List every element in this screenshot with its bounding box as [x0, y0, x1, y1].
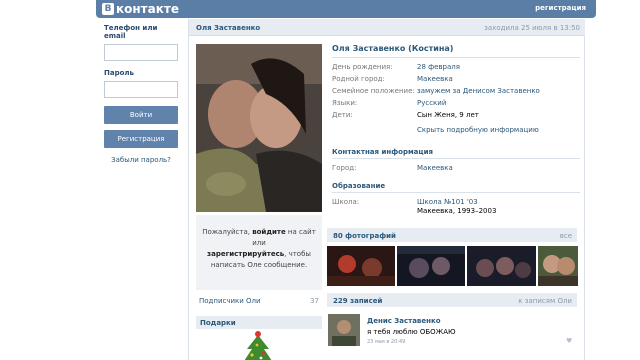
- photo-thumbnail[interactable]: [467, 246, 536, 286]
- divider: [332, 57, 580, 58]
- register-link[interactable]: регистрация: [535, 4, 586, 12]
- info-row-city: Город: Макеевка: [332, 164, 580, 173]
- info-label: Дети:: [332, 111, 353, 119]
- heart-icon[interactable]: ♥: [566, 337, 572, 345]
- register-button[interactable]: Регистрация: [104, 130, 178, 148]
- phone-label: Телефон или email: [104, 24, 158, 40]
- wall-title: 229 записей: [333, 297, 383, 305]
- info-row-school: Школа: Школа №101 '03: [332, 198, 580, 207]
- profile-info: Оля Заставенко (Костина) День рождения: …: [332, 44, 580, 215]
- last-seen: заходила 25 июля в 13:50: [484, 24, 580, 32]
- info-label: Семейное положение:: [332, 87, 415, 95]
- divider: [332, 192, 580, 193]
- photos-header[interactable]: 80 фотографий все: [327, 228, 577, 242]
- profile-main: Оля Заставенко заходила 25 июля в 13:50 …: [188, 19, 585, 360]
- notice-text: Пожалуйста,: [202, 228, 253, 236]
- gifts-header[interactable]: Подарки: [196, 316, 322, 329]
- post-date[interactable]: 23 мая в 20:49: [367, 339, 405, 345]
- message-notice: Пожалуйста, войдите на сайт или зарегист…: [196, 215, 322, 290]
- post-author[interactable]: Денис Заставенко: [367, 317, 441, 325]
- gifts-title: Подарки: [200, 319, 236, 327]
- education-section-title: Образование: [332, 182, 386, 190]
- divider: [332, 158, 580, 159]
- info-value[interactable]: 28 февраля: [417, 63, 460, 71]
- photo-thumbnail[interactable]: [397, 246, 465, 286]
- photos-title: 80 фотографий: [333, 232, 396, 240]
- wall-to-link[interactable]: к записям Оли: [518, 297, 572, 305]
- vk-logo-icon: В: [102, 3, 114, 15]
- top-bar: В контакте регистрация: [96, 0, 596, 18]
- profile-header: Оля Заставенко заходила 25 июля в 13:50: [189, 19, 585, 36]
- vk-logo[interactable]: В контакте: [102, 2, 179, 16]
- info-row-relationship: Семейное положение: замужем за Денисом З…: [332, 87, 580, 96]
- info-row-hometown: Родной город: Макеевка: [332, 75, 580, 84]
- subscribers-count: 37: [310, 297, 319, 305]
- profile-photo[interactable]: [196, 44, 322, 212]
- subscribers-label: Подписчики Оли: [199, 297, 261, 305]
- info-value[interactable]: Школа №101 '03: [417, 198, 478, 206]
- profile-header-name[interactable]: Оля Заставенко: [196, 24, 260, 32]
- info-value[interactable]: Русский: [417, 99, 446, 107]
- info-label: Языки:: [332, 99, 358, 107]
- profile-photo-image: [196, 44, 322, 212]
- photos-all-link[interactable]: все: [560, 232, 572, 240]
- login-form: Телефон или email Пароль Войти Регистрац…: [104, 24, 180, 164]
- password-input[interactable]: [104, 81, 178, 98]
- info-value[interactable]: Макеевка: [417, 164, 453, 172]
- photo-thumbnail[interactable]: [538, 246, 578, 286]
- info-value: Сын Женя, 9 лет: [417, 111, 479, 119]
- subscribers[interactable]: Подписчики Оли 37: [199, 297, 319, 305]
- info-value: Макеевка, 1993–2003: [417, 207, 497, 215]
- login-link[interactable]: войдите: [252, 228, 286, 236]
- password-label: Пароль: [104, 69, 134, 77]
- photo-thumbnail[interactable]: [327, 246, 395, 286]
- info-row-birthday: День рождения: 28 февраля: [332, 63, 580, 72]
- wall-header[interactable]: 229 записей к записям Оли: [327, 293, 577, 307]
- info-label: День рождения:: [332, 63, 393, 71]
- full-name: Оля Заставенко (Костина): [332, 44, 454, 53]
- login-button[interactable]: Войти: [104, 106, 178, 124]
- info-row-languages: Языки: Русский: [332, 99, 580, 108]
- info-label: Город:: [332, 164, 357, 172]
- hide-info-link[interactable]: Скрыть подробную информацию: [417, 126, 539, 134]
- info-row-school-detail: Макеевка, 1993–2003: [332, 207, 580, 216]
- contact-section-title: Контактная информация: [332, 148, 433, 156]
- info-label: Школа:: [332, 198, 360, 206]
- phone-input[interactable]: [104, 44, 178, 61]
- christmas-tree-icon[interactable]: [239, 331, 277, 360]
- register-inline-link[interactable]: зарегистрируйтесь: [207, 250, 284, 258]
- notice-text: написать Оле сообщение.: [210, 261, 308, 269]
- notice-text: , чтобы: [284, 250, 311, 258]
- post-text: я тебя люблю ОБОЖАЮ: [367, 328, 456, 336]
- info-value[interactable]: Макеевка: [417, 75, 453, 83]
- info-value[interactable]: замужем за Денисом Заставенко: [417, 87, 540, 95]
- forgot-password-link[interactable]: Забыли пароль?: [104, 156, 178, 164]
- vk-logo-text: контакте: [116, 2, 179, 16]
- info-row-children: Дети: Сын Женя, 9 лет: [332, 111, 580, 120]
- info-label: Родной город:: [332, 75, 385, 83]
- post-author-avatar[interactable]: [328, 314, 360, 346]
